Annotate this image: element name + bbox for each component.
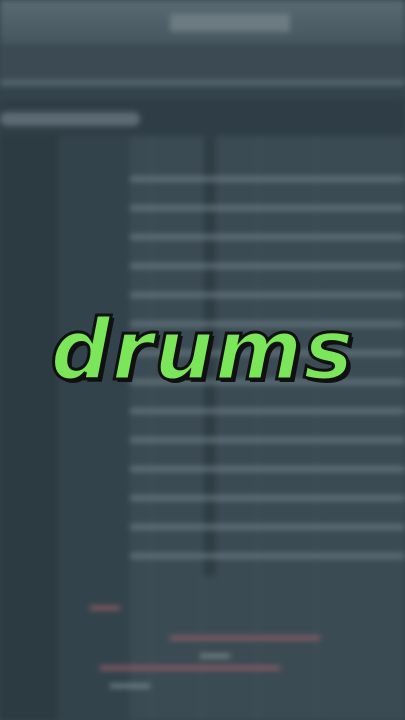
track-clip-row: [130, 205, 405, 211]
grid-line: [150, 136, 151, 720]
track-clip-row: [130, 292, 405, 298]
pattern-clip: [100, 666, 280, 670]
audio-clip: [110, 684, 150, 688]
track-names-panel: [58, 136, 130, 720]
track-clip-row: [130, 234, 405, 240]
pattern-clip: [170, 636, 320, 640]
grid-line: [316, 136, 317, 720]
header-waveform: [0, 112, 140, 126]
grid-line: [202, 136, 203, 720]
audio-clip: [200, 654, 230, 658]
toolbar-divider: [0, 80, 405, 86]
title-bar: [0, 0, 405, 44]
track-clip-row: [130, 437, 405, 443]
track-clip-row: [130, 466, 405, 472]
track-clip-row: [130, 495, 405, 501]
pattern-clip: [90, 606, 120, 610]
track-clip-row: [130, 263, 405, 269]
overlay-title: drums: [49, 300, 355, 401]
playlist-area: [90, 136, 405, 720]
grid-line: [258, 136, 259, 720]
track-clip-row: [130, 176, 405, 182]
toolbar: [0, 44, 405, 80]
browser-panel: [0, 136, 58, 720]
track-clip-row: [130, 553, 405, 559]
title-bar-highlight: [170, 14, 290, 32]
track-clip-row: [130, 408, 405, 414]
track-clip-row: [130, 524, 405, 530]
